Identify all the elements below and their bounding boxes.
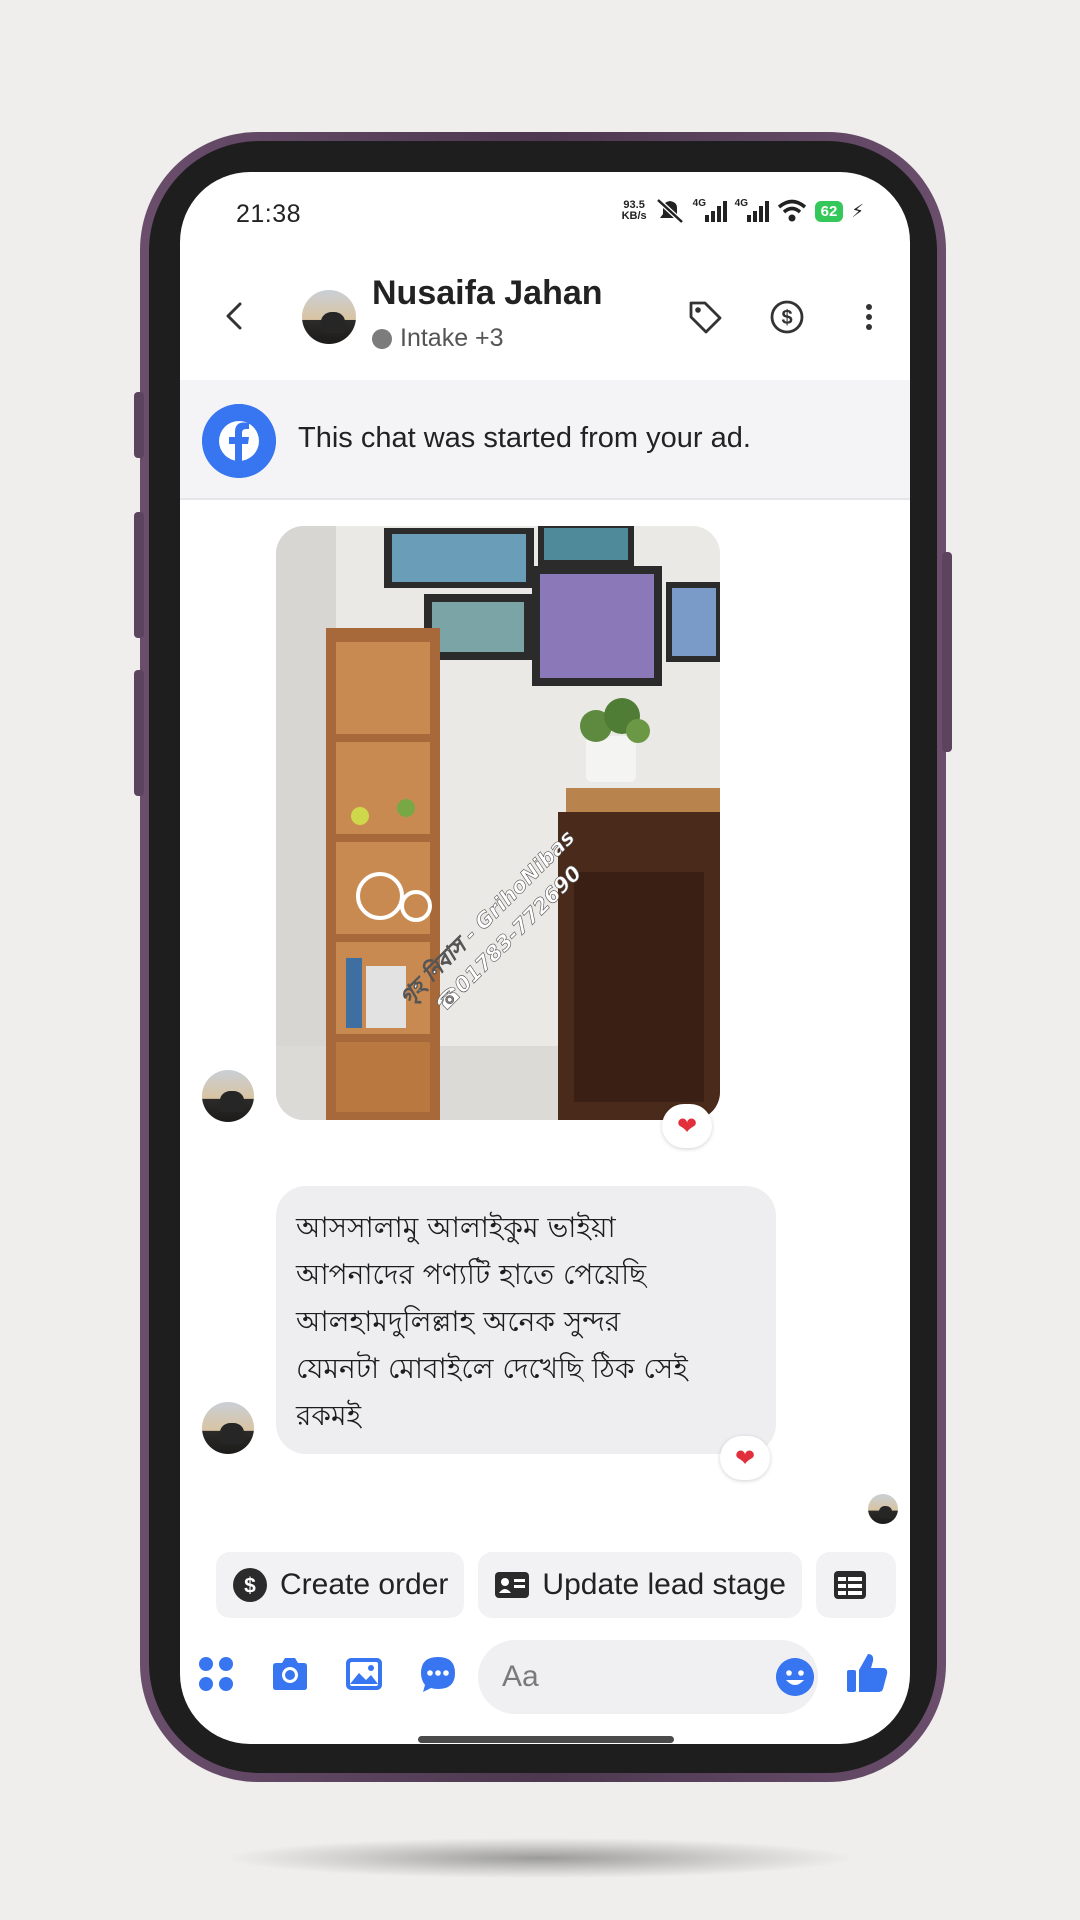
heart-reaction[interactable]: ❤: [662, 1104, 712, 1148]
contact-avatar[interactable]: [302, 290, 356, 344]
sender-avatar[interactable]: [202, 1070, 254, 1122]
phone-side-button: [134, 512, 144, 638]
quick-actions-bar: $ Create order Update lead stage: [216, 1552, 896, 1618]
message-input[interactable]: [478, 1640, 818, 1714]
tag-icon[interactable]: [686, 298, 724, 336]
cell-signal-icon: 4G: [693, 198, 727, 222]
text-message-bubble[interactable]: আসসালামু আলাইকুম ভাইয়া আপনাদের পণ্যটি হ…: [276, 1186, 776, 1454]
thumbs-up-icon[interactable]: [844, 1650, 890, 1696]
message-composer: [180, 1636, 910, 1726]
contact-labels[interactable]: Intake +3: [372, 324, 504, 353]
more-icon[interactable]: [850, 298, 888, 336]
product-photo: গৃহ নিবাস - GrihoNibas ☎01783-772690: [276, 526, 720, 1120]
seen-receipt-avatar: [868, 1494, 898, 1524]
wifi-icon: [777, 199, 806, 222]
emoji-icon[interactable]: [776, 1658, 814, 1696]
status-icons: 93.5 KB/s 4G 4G 62 ⚡: [622, 198, 864, 224]
chat-bubble-icon[interactable]: [418, 1654, 458, 1694]
phone-side-button: [134, 670, 144, 796]
phone-side-button: [134, 392, 144, 458]
back-icon[interactable]: [216, 296, 256, 336]
message-line: আপনাদের পণ্যটি হাতে পেয়েছি: [296, 1258, 647, 1291]
battery-indicator: 62: [814, 200, 844, 222]
dollar-circle-icon: $: [233, 1568, 267, 1602]
floor-shadow: [230, 1838, 850, 1878]
ad-origin-banner: This chat was started from your ad.: [180, 380, 910, 500]
sender-avatar[interactable]: [202, 1402, 254, 1454]
message-line: যেমনটা মোবাইলে দেখেছি ঠিক সেই: [296, 1352, 688, 1385]
id-card-icon: [495, 1572, 530, 1598]
heart-reaction[interactable]: ❤: [720, 1436, 770, 1480]
phone-power-button: [942, 552, 952, 752]
create-order-button[interactable]: $ Create order: [216, 1552, 465, 1618]
charging-icon: ⚡: [851, 200, 864, 221]
contact-labels-text: Intake +3: [400, 324, 504, 352]
gallery-icon[interactable]: [344, 1654, 384, 1694]
more-actions-button[interactable]: [815, 1552, 896, 1618]
label-dot-icon: [372, 328, 392, 349]
update-lead-stage-label: Update lead stage: [542, 1568, 786, 1601]
network-speed: 93.5 KB/s: [621, 199, 647, 222]
message-line: রকমই: [296, 1399, 362, 1432]
home-indicator[interactable]: [418, 1736, 674, 1743]
update-lead-stage-button[interactable]: Update lead stage: [478, 1552, 802, 1618]
image-message[interactable]: গৃহ নিবাস - GrihoNibas ☎01783-772690: [276, 526, 720, 1120]
status-time: 21:38: [236, 200, 302, 228]
status-bar: 21:38 93.5 KB/s 4G 4G 62 ⚡: [180, 172, 910, 252]
ad-origin-text: This chat was started from your ad.: [298, 422, 751, 454]
table-icon: [833, 1571, 866, 1599]
svg-text:$: $: [244, 1575, 256, 1598]
facebook-logo-icon: [202, 404, 276, 478]
message-line: আলহামদুলিল্লাহ অনেক সুন্দর: [296, 1305, 621, 1338]
dollar-icon[interactable]: $: [768, 298, 806, 336]
chat-header: Nusaifa Jahan Intake +3 $: [180, 252, 910, 380]
camera-icon[interactable]: [270, 1654, 310, 1694]
create-order-label: Create order: [280, 1568, 449, 1601]
message-line: আসসালামু আলাইকুম ভাইয়া: [296, 1211, 616, 1244]
mute-icon: [655, 198, 684, 224]
phone-screen: 21:38 93.5 KB/s 4G 4G 62 ⚡ Nusaifa Jahan…: [180, 172, 910, 1744]
contact-name[interactable]: Nusaifa Jahan: [372, 274, 603, 313]
svg-text:$: $: [781, 307, 792, 329]
cell-signal-icon: 4G: [735, 198, 769, 222]
apps-icon[interactable]: [196, 1654, 236, 1694]
